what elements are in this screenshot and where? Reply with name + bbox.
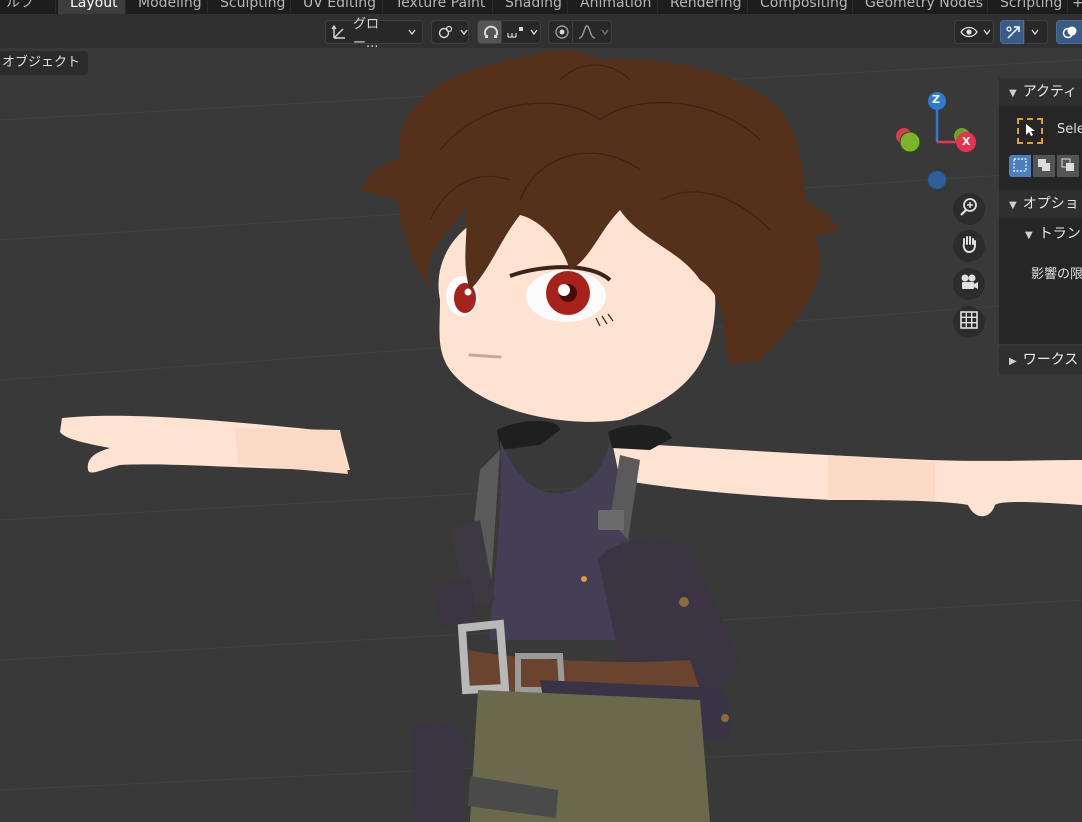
tab-compositing[interactable]: Compositing: [748, 0, 853, 14]
z-axis-label: Z: [932, 93, 940, 106]
3d-viewport[interactable]: オブジェクト Z X: [0, 48, 1082, 822]
tab-label: Texture Paint: [395, 0, 486, 11]
tab-label: Animation: [580, 0, 652, 11]
tab-sculpting[interactable]: Sculpting: [208, 0, 291, 14]
tab-shading[interactable]: Shading: [493, 0, 568, 14]
proportional-edit-toggle[interactable]: [548, 20, 573, 44]
camera-view-button[interactable]: [953, 268, 985, 300]
tab-label: Compositing: [760, 0, 848, 11]
tab-label: Shading: [505, 0, 562, 11]
visibility-icon: [960, 25, 978, 39]
snap-target-icon: [507, 25, 525, 39]
collapse-triangle-icon: ▼: [1009, 200, 1017, 211]
neg-y-axis-handle[interactable]: [899, 131, 921, 153]
selection-mode-group: [1009, 155, 1079, 177]
collapse-triangle-icon: ▼: [1009, 88, 1017, 99]
tab-label: Layout: [70, 0, 118, 11]
chevron-down-icon: [982, 27, 992, 37]
add-tab-label: +: [1072, 0, 1082, 11]
tab-label: Scripting: [1000, 0, 1063, 11]
overlay-icon: [1062, 24, 1078, 40]
tab-rendering[interactable]: Rendering: [658, 0, 748, 14]
panel-title: オプショ: [1022, 196, 1079, 212]
grid-icon: [959, 310, 979, 334]
expand-triangle-icon: ▶: [1009, 356, 1017, 367]
proportional-falloff-dropdown[interactable]: [572, 20, 612, 44]
tab-label: Rendering: [670, 0, 742, 11]
orientation-label: グロー...: [353, 17, 380, 51]
tab-label: UV Editing: [303, 0, 377, 11]
collapse-triangle-icon: ▼: [1025, 230, 1033, 241]
pan-button[interactable]: [953, 230, 985, 262]
panel-title: アクティ: [1022, 84, 1078, 100]
workspace-tab-fragment[interactable]: ルフ: [0, 0, 56, 14]
select-extend-icon: [1037, 157, 1051, 176]
tab-modeling[interactable]: Modeling: [126, 0, 208, 14]
tab-label: ルフ: [6, 0, 34, 11]
mode-label-text: オブジェクト: [2, 55, 81, 70]
perspective-toggle-button[interactable]: [953, 306, 985, 338]
active-tool-panel-header[interactable]: ▼ アクティ: [999, 78, 1082, 106]
affect-only-label: 影響の限: [1031, 267, 1082, 282]
navigation-gizmo[interactable]: Z X: [890, 86, 990, 196]
workspace-tab-bar: ルフ Layout Modeling Sculpting UV Editing …: [0, 0, 1082, 14]
zoom-button[interactable]: [953, 193, 985, 225]
workspace-panel-header[interactable]: ▶ ワークス: [999, 346, 1082, 374]
gizmo-options-dropdown[interactable]: [1024, 20, 1048, 44]
viewport-header: グロー...: [0, 14, 1082, 51]
tab-geometry-nodes[interactable]: Geometry Nodes: [853, 0, 988, 14]
subpanel-title: トラン: [1038, 226, 1081, 242]
tab-animation[interactable]: Animation: [568, 0, 658, 14]
object-mode-label[interactable]: オブジェクト: [0, 51, 89, 75]
snap-target-dropdown[interactable]: [501, 20, 541, 44]
tab-scripting[interactable]: Scripting: [988, 0, 1068, 14]
sidebar-panel: ▼ アクティ Sele ▼ オプショ ▼ トラン 影響の限 ▶ ワークス: [999, 78, 1082, 378]
select-subtract-icon: [1061, 157, 1075, 176]
transform-subpanel-header[interactable]: ▼ トラン: [999, 220, 1082, 248]
snap-toggle-button[interactable]: [477, 20, 502, 44]
select-new-button[interactable]: [1009, 155, 1031, 177]
tab-label: Sculpting: [220, 0, 286, 11]
active-tool-panel-body: Sele: [999, 106, 1082, 190]
tab-label: Modeling: [138, 0, 202, 11]
tab-uv-editing[interactable]: UV Editing: [291, 0, 383, 14]
transform-orientation-icon: [331, 23, 349, 41]
tab-texture-paint[interactable]: Texture Paint: [383, 0, 493, 14]
chevron-down-icon: [529, 27, 539, 37]
select-extend-button[interactable]: [1033, 155, 1055, 177]
proportional-edit-icon: [554, 24, 570, 40]
hand-pan-icon: [959, 234, 979, 258]
object-visibility-dropdown[interactable]: [954, 20, 994, 44]
select-new-icon: [1013, 157, 1027, 176]
transform-orientation-dropdown[interactable]: グロー...: [325, 17, 423, 51]
neg-z-axis-handle[interactable]: [927, 170, 947, 190]
panel-title: ワークス: [1022, 352, 1079, 368]
gizmo-toggle-icon: [1006, 24, 1022, 40]
pivot-point-icon: [437, 23, 455, 41]
options-panel-body: ▼ トラン 影響の限: [999, 218, 1082, 344]
cursor-arrow-icon: [1024, 122, 1036, 141]
overlay-toggle-button[interactable]: [1056, 20, 1082, 44]
chevron-down-icon: [407, 27, 417, 37]
chevron-down-icon: [1030, 27, 1040, 37]
chevron-down-icon: [600, 27, 610, 37]
tab-label: Geometry Nodes: [865, 0, 984, 11]
camera-icon: [959, 272, 979, 296]
tab-layout[interactable]: Layout: [58, 0, 126, 14]
options-panel-header[interactable]: ▼ オプショ: [999, 190, 1082, 218]
falloff-curve-icon: [578, 25, 596, 39]
select-subtract-button[interactable]: [1057, 155, 1079, 177]
x-axis-label: X: [962, 135, 971, 148]
tool-name-label: Sele: [1057, 122, 1082, 137]
snap-icon: [483, 24, 499, 40]
chevron-down-icon: [459, 27, 469, 37]
select-box-tool-button[interactable]: [1017, 118, 1043, 144]
zoom-icon: [959, 197, 979, 221]
add-workspace-button[interactable]: +: [1068, 0, 1082, 14]
gizmo-toggle-button[interactable]: [1000, 20, 1024, 44]
pivot-point-dropdown[interactable]: [431, 20, 469, 44]
